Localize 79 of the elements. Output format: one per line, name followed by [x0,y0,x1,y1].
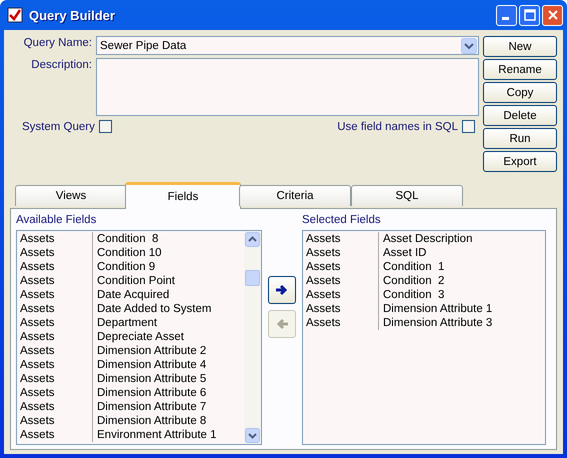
list-cell[interactable]: Dimension Attribute 5 [93,372,206,386]
list-cell[interactable]: Condition 9 [93,260,156,274]
checkbox[interactable] [462,120,475,133]
list-cell[interactable]: Date Acquired [93,288,170,302]
list-cell[interactable]: Assets [17,302,93,316]
maximize-icon [524,9,536,21]
checkbox-label: System Query [22,120,95,132]
list-cell[interactable]: Condition 1 [379,260,444,274]
list-cell[interactable]: Dimension Attribute 1 [379,302,492,316]
list-cell[interactable]: Assets [303,232,379,246]
scrollbar[interactable] [244,231,261,444]
list-cell[interactable]: Condition 10 [93,246,162,260]
scroll-up-icon[interactable] [245,232,260,247]
list-cell[interactable]: Dimension Attribute 6 [93,386,206,400]
list-cell[interactable]: Asset ID [379,246,426,260]
checkbox[interactable] [98,120,112,133]
tab[interactable]: Views [15,185,127,206]
list-cell[interactable]: Assets [17,232,93,246]
list-cell[interactable]: Dimension Attribute 8 [93,414,206,428]
list-cell[interactable]: Assets [17,414,93,428]
list-cell[interactable]: Assets [17,260,93,274]
tab[interactable]: SQL [351,185,463,206]
list-cell[interactable]: Assets [17,344,93,358]
list-cell[interactable]: Assets [303,274,379,288]
tab[interactable]: Fields [125,182,241,209]
list-cell[interactable]: Assets [303,246,379,260]
minimize-icon [502,17,508,20]
left-arrow-icon [275,318,289,330]
minimize-button[interactable] [496,4,517,26]
list-cell[interactable]: Assets [17,246,93,260]
list-cell[interactable]: Assets [303,302,379,316]
list-cell[interactable]: Department [93,316,158,330]
action-button[interactable]: New [483,36,557,57]
list-cell[interactable]: Condition 8 [93,232,158,246]
action-button[interactable]: Copy [483,82,557,103]
list-cell[interactable]: Assets [303,260,379,274]
checkbox-label: Use field names in SQL [337,120,458,132]
list-cell[interactable]: Condition Point [93,274,175,288]
field-label: Query Name: [22,36,92,49]
query-name-dropdown[interactable]: Sewer Pipe Data [96,36,479,55]
list-cell[interactable]: Date Added to System [93,302,212,316]
right-arrow-icon [275,284,289,296]
list-cell[interactable]: Assets [303,288,379,302]
checkmark-icon [7,7,23,23]
list-cell[interactable]: Dimension Attribute 4 [93,358,206,372]
list-cell[interactable]: Asset Description [379,232,472,246]
list-cell[interactable]: Condition 3 [379,288,444,302]
scroll-down-icon[interactable] [245,428,260,443]
close-button[interactable] [542,4,563,26]
list-cell[interactable]: Assets [17,274,93,288]
maximize-button[interactable] [519,4,540,26]
list-cell[interactable]: Dimension Attribute 3 [379,316,492,330]
list-cell[interactable]: Assets [17,358,93,372]
list-cell[interactable]: Dimension Attribute 7 [93,400,206,414]
list-cell[interactable]: Assets [17,386,93,400]
list-cell[interactable]: Dimension Attribute 2 [93,344,206,358]
list-title: Selected Fields [302,214,382,226]
tab[interactable]: Criteria [239,185,351,206]
close-icon [546,9,558,21]
action-button[interactable]: Delete [483,105,557,126]
list-cell[interactable]: Assets [17,316,93,330]
description-field[interactable] [96,58,479,116]
list-cell[interactable]: Assets [17,428,93,442]
scroll-thumb[interactable] [245,270,260,286]
action-button[interactable]: Export [483,151,557,172]
action-button[interactable]: Run [483,128,557,149]
list-cell[interactable]: Depreciate Asset [93,330,184,344]
list-title: Available Fields [16,214,98,226]
field-label: Description: [30,58,92,71]
list-cell[interactable]: Assets [17,330,93,344]
list-cell[interactable]: Environment Attribute 1 [93,428,217,442]
list-cell[interactable]: Assets [17,288,93,302]
list-cell[interactable]: Assets [17,400,93,414]
action-button[interactable]: Rename [483,59,557,80]
list-cell[interactable]: Assets [17,372,93,386]
window-title: Query Builder [29,8,115,22]
list-cell[interactable]: Condition 2 [379,274,444,288]
list-cell[interactable]: Assets [303,316,379,330]
add-field-button[interactable] [268,276,296,304]
